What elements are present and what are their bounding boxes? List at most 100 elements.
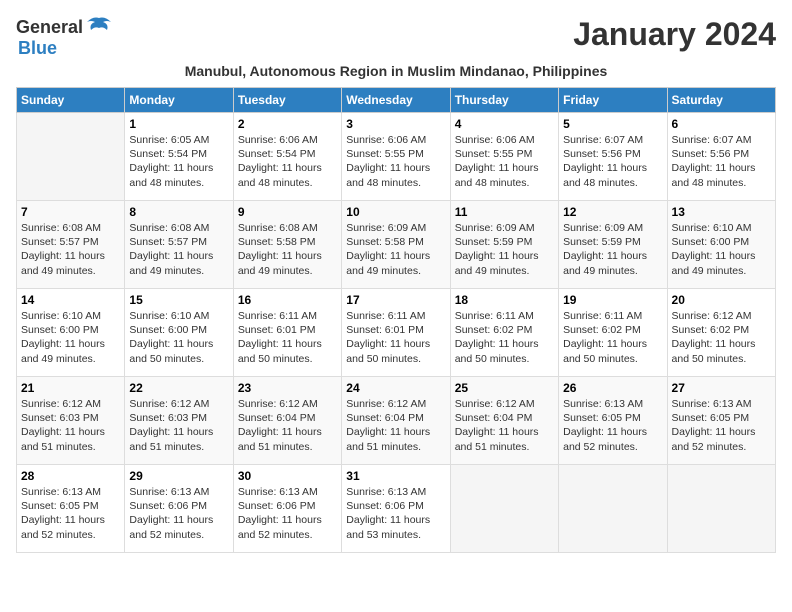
day-info: Sunrise: 6:12 AMSunset: 6:03 PMDaylight:… bbox=[129, 397, 228, 454]
day-info: Sunrise: 6:10 AMSunset: 6:00 PMDaylight:… bbox=[21, 309, 120, 366]
day-info: Sunrise: 6:06 AMSunset: 5:54 PMDaylight:… bbox=[238, 133, 337, 190]
logo-blue: Blue bbox=[18, 38, 57, 59]
calendar-cell: 31 Sunrise: 6:13 AMSunset: 6:06 PMDayligh… bbox=[342, 465, 450, 553]
calendar-cell: 30 Sunrise: 6:13 AMSunset: 6:06 PMDayligh… bbox=[233, 465, 341, 553]
day-number: 21 bbox=[21, 381, 120, 395]
day-info: Sunrise: 6:13 AMSunset: 6:06 PMDaylight:… bbox=[129, 485, 228, 542]
day-number: 24 bbox=[346, 381, 445, 395]
logo-general: General bbox=[16, 17, 83, 38]
day-info: Sunrise: 6:11 AMSunset: 6:02 PMDaylight:… bbox=[455, 309, 554, 366]
day-info: Sunrise: 6:13 AMSunset: 6:05 PMDaylight:… bbox=[563, 397, 662, 454]
calendar-cell: 29 Sunrise: 6:13 AMSunset: 6:06 PMDayligh… bbox=[125, 465, 233, 553]
calendar-cell: 18 Sunrise: 6:11 AMSunset: 6:02 PMDayligh… bbox=[450, 289, 558, 377]
calendar-cell: 1 Sunrise: 6:05 AMSunset: 5:54 PMDaylight… bbox=[125, 113, 233, 201]
day-info: Sunrise: 6:07 AMSunset: 5:56 PMDaylight:… bbox=[672, 133, 771, 190]
day-info: Sunrise: 6:13 AMSunset: 6:06 PMDaylight:… bbox=[238, 485, 337, 542]
day-info: Sunrise: 6:06 AMSunset: 5:55 PMDaylight:… bbox=[346, 133, 445, 190]
day-info: Sunrise: 6:13 AMSunset: 6:05 PMDaylight:… bbox=[21, 485, 120, 542]
calendar-header-thursday: Thursday bbox=[450, 88, 558, 113]
calendar-cell: 3 Sunrise: 6:06 AMSunset: 5:55 PMDaylight… bbox=[342, 113, 450, 201]
day-number: 23 bbox=[238, 381, 337, 395]
day-number: 20 bbox=[672, 293, 771, 307]
calendar-header-monday: Monday bbox=[125, 88, 233, 113]
calendar-cell: 17Sunrise: 6:11 AMSunset: 6:01 PMDayligh… bbox=[342, 289, 450, 377]
day-number: 8 bbox=[129, 205, 228, 219]
day-number: 1 bbox=[129, 117, 228, 131]
calendar-cell: 28Sunrise: 6:13 AMSunset: 6:05 PMDayligh… bbox=[17, 465, 125, 553]
day-info: Sunrise: 6:12 AMSunset: 6:02 PMDaylight:… bbox=[672, 309, 771, 366]
day-info: Sunrise: 6:08 AMSunset: 5:57 PMDaylight:… bbox=[129, 221, 228, 278]
day-number: 18 bbox=[455, 293, 554, 307]
calendar-cell: 15 Sunrise: 6:10 AMSunset: 6:00 PMDayligh… bbox=[125, 289, 233, 377]
calendar-cell: 24 Sunrise: 6:12 AMSunset: 6:04 PMDayligh… bbox=[342, 377, 450, 465]
day-info: Sunrise: 6:12 AMSunset: 6:04 PMDaylight:… bbox=[238, 397, 337, 454]
calendar-cell: 21 Sunrise: 6:12 AMSunset: 6:03 PMDayligh… bbox=[17, 377, 125, 465]
day-number: 10 bbox=[346, 205, 445, 219]
day-info: Sunrise: 6:10 AMSunset: 6:00 PMDaylight:… bbox=[129, 309, 228, 366]
day-number: 22 bbox=[129, 381, 228, 395]
calendar-cell: 26 Sunrise: 6:13 AMSunset: 6:05 PMDayligh… bbox=[559, 377, 667, 465]
day-number: 6 bbox=[672, 117, 771, 131]
logo: General Blue bbox=[16, 16, 113, 59]
day-number: 14 bbox=[21, 293, 120, 307]
day-info: Sunrise: 6:11 AMSunset: 6:01 PMDaylight:… bbox=[238, 309, 337, 366]
calendar-cell: 8 Sunrise: 6:08 AMSunset: 5:57 PMDaylight… bbox=[125, 201, 233, 289]
month-title: January 2024 bbox=[573, 16, 776, 53]
day-number: 11 bbox=[455, 205, 554, 219]
calendar-cell: 27 Sunrise: 6:13 AMSunset: 6:05 PMDayligh… bbox=[667, 377, 775, 465]
calendar-header-saturday: Saturday bbox=[667, 88, 775, 113]
day-info: Sunrise: 6:13 AMSunset: 6:06 PMDaylight:… bbox=[346, 485, 445, 542]
day-number: 12 bbox=[563, 205, 662, 219]
calendar-cell: 4Sunrise: 6:06 AMSunset: 5:55 PMDaylight… bbox=[450, 113, 558, 201]
day-number: 19 bbox=[563, 293, 662, 307]
calendar-cell bbox=[667, 465, 775, 553]
day-number: 26 bbox=[563, 381, 662, 395]
calendar-cell: 11 Sunrise: 6:09 AMSunset: 5:59 PMDayligh… bbox=[450, 201, 558, 289]
day-number: 17 bbox=[346, 293, 445, 307]
day-info: Sunrise: 6:09 AMSunset: 5:59 PMDaylight:… bbox=[563, 221, 662, 278]
calendar-cell: 16 Sunrise: 6:11 AMSunset: 6:01 PMDayligh… bbox=[233, 289, 341, 377]
day-number: 25 bbox=[455, 381, 554, 395]
calendar-cell: 7Sunrise: 6:08 AMSunset: 5:57 PMDaylight… bbox=[17, 201, 125, 289]
calendar-cell: 22 Sunrise: 6:12 AMSunset: 6:03 PMDayligh… bbox=[125, 377, 233, 465]
day-number: 16 bbox=[238, 293, 337, 307]
calendar-header-tuesday: Tuesday bbox=[233, 88, 341, 113]
day-number: 30 bbox=[238, 469, 337, 483]
calendar-cell: 19 Sunrise: 6:11 AMSunset: 6:02 PMDayligh… bbox=[559, 289, 667, 377]
calendar-subtitle: Manubul, Autonomous Region in Muslim Min… bbox=[16, 63, 776, 79]
calendar-cell: 23 Sunrise: 6:12 AMSunset: 6:04 PMDayligh… bbox=[233, 377, 341, 465]
calendar-cell: 20 Sunrise: 6:12 AMSunset: 6:02 PMDayligh… bbox=[667, 289, 775, 377]
day-number: 9 bbox=[238, 205, 337, 219]
calendar-cell: 25 Sunrise: 6:12 AMSunset: 6:04 PMDayligh… bbox=[450, 377, 558, 465]
day-number: 29 bbox=[129, 469, 228, 483]
day-number: 3 bbox=[346, 117, 445, 131]
calendar-header-friday: Friday bbox=[559, 88, 667, 113]
day-info: Sunrise: 6:13 AMSunset: 6:05 PMDaylight:… bbox=[672, 397, 771, 454]
day-number: 31 bbox=[346, 469, 445, 483]
day-info: Sunrise: 6:05 AMSunset: 5:54 PMDaylight:… bbox=[129, 133, 228, 190]
day-info: Sunrise: 6:10 AMSunset: 6:00 PMDaylight:… bbox=[672, 221, 771, 278]
day-info: Sunrise: 6:12 AMSunset: 6:04 PMDaylight:… bbox=[455, 397, 554, 454]
calendar-header-sunday: Sunday bbox=[17, 88, 125, 113]
calendar-cell: 13 Sunrise: 6:10 AMSunset: 6:00 PMDayligh… bbox=[667, 201, 775, 289]
calendar-cell bbox=[559, 465, 667, 553]
calendar-cell: 14 Sunrise: 6:10 AMSunset: 6:00 PMDayligh… bbox=[17, 289, 125, 377]
day-info: Sunrise: 6:07 AMSunset: 5:56 PMDaylight:… bbox=[563, 133, 662, 190]
calendar-table: SundayMondayTuesdayWednesdayThursdayFrid… bbox=[16, 87, 776, 553]
day-number: 15 bbox=[129, 293, 228, 307]
calendar-cell bbox=[450, 465, 558, 553]
calendar-cell: 12 Sunrise: 6:09 AMSunset: 5:59 PMDayligh… bbox=[559, 201, 667, 289]
calendar-cell: 9Sunrise: 6:08 AMSunset: 5:58 PMDaylight… bbox=[233, 201, 341, 289]
calendar-cell: 5 Sunrise: 6:07 AMSunset: 5:56 PMDaylight… bbox=[559, 113, 667, 201]
day-number: 2 bbox=[238, 117, 337, 131]
header: General Blue January 2024 bbox=[16, 16, 776, 59]
calendar-cell: 6 Sunrise: 6:07 AMSunset: 5:56 PMDaylight… bbox=[667, 113, 775, 201]
day-info: Sunrise: 6:12 AMSunset: 6:03 PMDaylight:… bbox=[21, 397, 120, 454]
day-info: Sunrise: 6:11 AMSunset: 6:02 PMDaylight:… bbox=[563, 309, 662, 366]
day-number: 27 bbox=[672, 381, 771, 395]
day-info: Sunrise: 6:12 AMSunset: 6:04 PMDaylight:… bbox=[346, 397, 445, 454]
day-number: 5 bbox=[563, 117, 662, 131]
day-number: 13 bbox=[672, 205, 771, 219]
day-info: Sunrise: 6:09 AMSunset: 5:59 PMDaylight:… bbox=[455, 221, 554, 278]
calendar-cell: 2 Sunrise: 6:06 AMSunset: 5:54 PMDaylight… bbox=[233, 113, 341, 201]
